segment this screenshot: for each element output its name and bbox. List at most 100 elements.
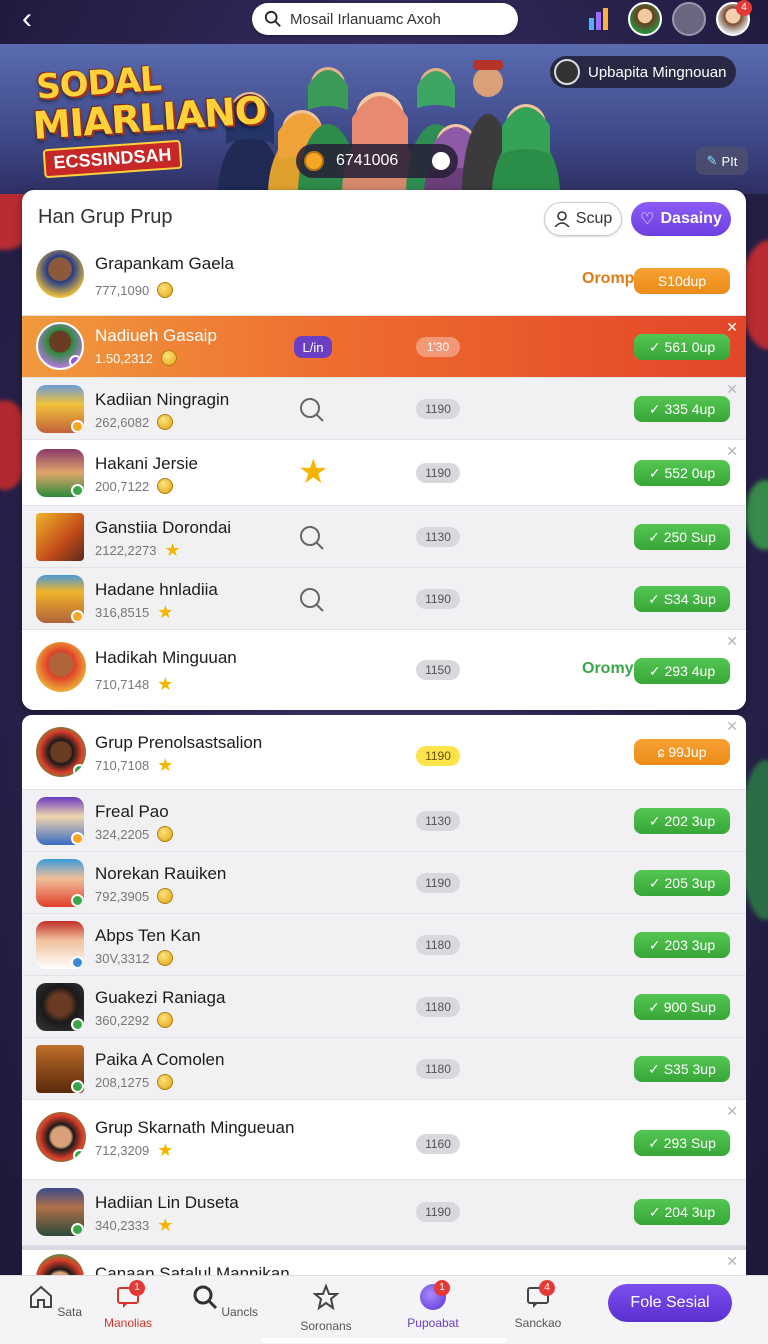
item-name: Norekan Rauiken bbox=[95, 864, 227, 883]
reward-button[interactable]: ✓ 900 Sup bbox=[634, 994, 730, 1020]
item-name: Hadikah Minguuan bbox=[95, 648, 237, 667]
weekly-leaderboard-pill[interactable]: Upbapita Mingnouan bbox=[550, 56, 736, 88]
level-pill: 1190 bbox=[416, 1202, 460, 1222]
item-name: Grup Skarnath Mingueuan bbox=[95, 1118, 295, 1137]
user-icon bbox=[554, 211, 570, 227]
nav-sanckao[interactable]: 4 Sanckao bbox=[498, 1280, 578, 1330]
leaderboard-panel: Han Grup Prup Scup ♡ Dasainy Grapankam G… bbox=[22, 190, 746, 710]
nav-pupoabat[interactable]: 1 Pupoabat bbox=[393, 1280, 473, 1330]
close-icon[interactable]: ✕ bbox=[726, 1253, 738, 1270]
item-score: 30V,3312 bbox=[95, 950, 174, 966]
reward-button[interactable]: ✓ 250 Sup bbox=[634, 524, 730, 550]
close-icon[interactable]: ✕ bbox=[726, 443, 738, 460]
avatar bbox=[36, 322, 84, 370]
list-item[interactable]: ✕ Hakani Jersie 200,7122 ★ 1190 ✓ 552 0u… bbox=[22, 440, 746, 506]
list-item[interactable]: Hadiian Lin Duseta 340,2333 ★ 1190 ✓ 204 … bbox=[22, 1180, 746, 1246]
list-item[interactable]: Hadane hnladiia 316,8515 ★ 1190 ✓ S34 3up bbox=[22, 568, 746, 630]
avatar bbox=[36, 513, 84, 561]
reward-button[interactable]: ✓ S34 3up bbox=[634, 586, 730, 612]
nav-label: Soronans bbox=[300, 1319, 352, 1333]
settings-icon[interactable] bbox=[672, 2, 706, 36]
list-item[interactable]: Grapankam Gaela 777,1090 Oromp S10dup bbox=[22, 246, 746, 316]
nav-home[interactable]: Sata bbox=[15, 1284, 95, 1319]
reward-button[interactable]: ✓ 293 Sup bbox=[634, 1130, 730, 1156]
search-input[interactable] bbox=[290, 10, 510, 28]
nav-manolias[interactable]: 1 Manolias bbox=[88, 1280, 168, 1330]
level-pill: 1180 bbox=[416, 1059, 460, 1079]
close-icon[interactable]: ✕ bbox=[726, 718, 738, 735]
avatar bbox=[36, 449, 84, 497]
close-icon[interactable]: ✕ bbox=[726, 633, 738, 650]
list-item[interactable]: ✕ Kadiian Ningragin 262,6082 1190 ✓ 335 … bbox=[22, 378, 746, 440]
item-name: Abps Ten Kan bbox=[95, 926, 201, 945]
scup-button[interactable]: Scup bbox=[544, 202, 622, 236]
level-pill: 1190 bbox=[416, 746, 460, 766]
list-item[interactable]: Ganstiia Dorondai 2122,2273 ★ 1130 ✓ 250 … bbox=[22, 506, 746, 568]
coin-balance[interactable]: 6741006 bbox=[296, 144, 458, 178]
close-icon[interactable]: ✕ bbox=[726, 1103, 738, 1120]
user-avatar[interactable] bbox=[628, 2, 662, 36]
magnifier-icon[interactable] bbox=[298, 396, 326, 424]
daily-label: Dasainy bbox=[660, 210, 722, 227]
reward-button[interactable]: ✓ 552 0up bbox=[634, 460, 730, 486]
daily-button[interactable]: ♡ Dasainy bbox=[631, 202, 731, 236]
reward-button[interactable]: ✓ 203 3up bbox=[634, 932, 730, 958]
nav-soronans[interactable]: Soronans bbox=[286, 1283, 366, 1333]
reward-button[interactable]: ✓ 204 3up bbox=[634, 1199, 730, 1225]
item-score: 777,1090 bbox=[95, 282, 174, 298]
level-pill: 1150 bbox=[416, 660, 460, 680]
reward-button[interactable]: ✓ 561 0up bbox=[634, 334, 730, 360]
search-bar[interactable] bbox=[252, 3, 518, 35]
close-icon[interactable]: ✕ bbox=[726, 381, 738, 398]
item-name: Kadiian Ningragin bbox=[95, 390, 230, 409]
list-item[interactable]: ✕ Grup Skarnath Mingueuan 712,3209 ★ 1160… bbox=[22, 1100, 746, 1180]
level-pill: 1'30 bbox=[416, 337, 460, 357]
item-name: Guakezi Raniaga bbox=[95, 988, 226, 1007]
star-icon[interactable]: ★ bbox=[298, 455, 328, 489]
magnifier-icon[interactable] bbox=[298, 586, 326, 614]
list-item[interactable]: Abps Ten Kan 30V,3312 1180 ✓ 203 3up bbox=[22, 914, 746, 976]
coin-icon bbox=[157, 888, 174, 904]
reward-button[interactable]: ɕ 99Jup bbox=[634, 739, 730, 765]
globe-icon: 1 bbox=[420, 1280, 450, 1310]
list-item[interactable]: Freal Pao 324,2205 1130 ✓ 202 3up bbox=[22, 790, 746, 852]
item-name: Grapankam Gaela bbox=[95, 254, 234, 273]
list-item[interactable]: Paika A Comolen 208,1275 1180 ✓ S35 3up bbox=[22, 1038, 746, 1100]
reward-button[interactable]: ✓ 293 4up bbox=[634, 658, 730, 684]
edit-pill[interactable]: ✎ PIt bbox=[696, 147, 748, 175]
star-icon: ★ bbox=[157, 602, 174, 622]
item-tag: Oromy bbox=[582, 660, 634, 677]
list-item[interactable]: ✕ Grup Prenolsastsalion 710,7108 ★ 1190 ɕ… bbox=[22, 715, 746, 790]
coin-icon bbox=[304, 151, 324, 171]
list-item[interactable]: ✕ Hadikah Minguuan 710,7148 ★ 1150 Oromy … bbox=[22, 630, 746, 710]
reward-button[interactable]: ✓ 205 3up bbox=[634, 870, 730, 896]
event-banner[interactable]: SODAL MIARLIANO ECSSINDSAH Upbapita Ming… bbox=[0, 44, 768, 194]
home-indicator bbox=[262, 1338, 506, 1343]
cta-button[interactable]: Fole Sesial bbox=[608, 1284, 732, 1322]
magnifier-icon[interactable] bbox=[298, 524, 326, 552]
nav-uancls[interactable]: Uancls bbox=[185, 1284, 265, 1319]
top-bar: ‹ 4 bbox=[0, 0, 768, 40]
close-icon[interactable]: ✕ bbox=[726, 319, 738, 336]
stats-icon[interactable] bbox=[584, 2, 618, 36]
star-icon: ★ bbox=[157, 1140, 174, 1160]
list-item[interactable]: ✕ Canaan Satalul Mannikan bbox=[22, 1246, 746, 1275]
list-item[interactable]: Norekan Rauiken 792,3905 1190 ✓ 205 3up bbox=[22, 852, 746, 914]
item-name: Hadiian Lin Duseta bbox=[95, 1193, 239, 1212]
profile-avatar[interactable]: 4 bbox=[716, 0, 752, 36]
bottom-navigation: Sata 1 Manolias Uancls Soronans 1 Pupoab… bbox=[0, 1275, 768, 1344]
list-item-highlighted[interactable]: ✕ Nadiueh Gasaip 1.50,2312 L/in 1'30 ✓ 5… bbox=[22, 316, 746, 378]
avatar bbox=[36, 1112, 86, 1162]
reward-button[interactable]: ✓ S35 3up bbox=[634, 1056, 730, 1082]
reward-button[interactable]: ✓ 335 4up bbox=[634, 396, 730, 422]
coin-icon bbox=[157, 414, 174, 430]
reward-button[interactable]: ✓ 202 3up bbox=[634, 808, 730, 834]
reward-button[interactable]: S10dup bbox=[634, 268, 730, 294]
share-icon[interactable] bbox=[432, 152, 450, 170]
cta-label: Fole Sesial bbox=[630, 1294, 710, 1311]
search-icon bbox=[264, 10, 281, 27]
avatar bbox=[36, 859, 84, 907]
back-arrow-icon[interactable]: ‹ bbox=[22, 4, 46, 34]
avatar bbox=[36, 575, 84, 623]
list-item[interactable]: Guakezi Raniaga 360,2292 1180 ✓ 900 Sup bbox=[22, 976, 746, 1038]
